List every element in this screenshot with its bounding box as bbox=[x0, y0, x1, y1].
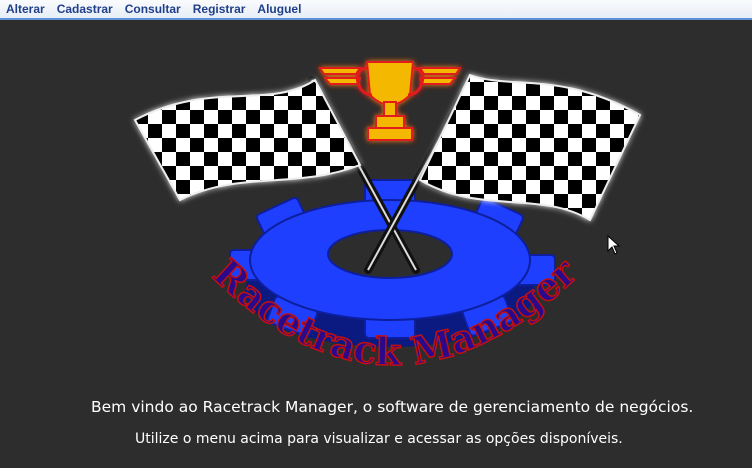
menu-item-consultar[interactable]: Consultar bbox=[119, 0, 187, 19]
racetrack-manager-logo: Racetrack Manager bbox=[133, 61, 642, 375]
menu-item-alterar[interactable]: Alterar bbox=[0, 0, 51, 19]
mouse-cursor-icon bbox=[607, 235, 621, 255]
menu-bar: Alterar Cadastrar Consultar Registrar Al… bbox=[0, 0, 752, 20]
menu-item-aluguel[interactable]: Aluguel bbox=[251, 0, 307, 19]
checkered-flag-right-icon bbox=[418, 73, 642, 222]
app-window: Alterar Cadastrar Consultar Registrar Al… bbox=[0, 0, 752, 468]
menu-item-cadastrar[interactable]: Cadastrar bbox=[51, 0, 119, 19]
menu-hint: Utilize o menu acima para visualizar e a… bbox=[135, 431, 623, 447]
welcome-message: Bem vindo ao Racetrack Manager, o softwa… bbox=[91, 398, 694, 416]
menu-item-registrar[interactable]: Registrar bbox=[187, 0, 252, 19]
